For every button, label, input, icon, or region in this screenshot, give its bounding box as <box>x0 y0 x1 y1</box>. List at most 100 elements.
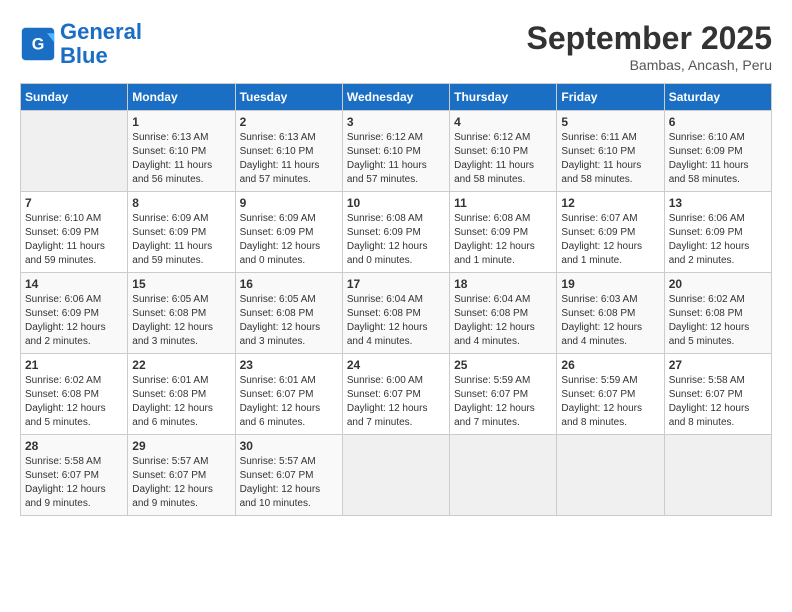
day-number: 13 <box>669 196 767 210</box>
month-title: September 2025 <box>527 20 772 57</box>
column-header-monday: Monday <box>128 84 235 111</box>
calendar-cell: 2Sunrise: 6:13 AMSunset: 6:10 PMDaylight… <box>235 111 342 192</box>
calendar-cell: 13 Sunrise: 6:06 AMSunset: 6:09 PMDayligh… <box>664 192 771 273</box>
day-number: 12 <box>561 196 659 210</box>
logo-line1: General <box>60 19 142 44</box>
calendar-cell: 28Sunrise: 5:58 AMSunset: 6:07 PMDayligh… <box>21 435 128 516</box>
day-info: Sunrise: 6:06 AMSunset: 6:09 PMDaylight:… <box>669 212 767 268</box>
day-info: Sunrise: 6:06 AMSunset: 6:09 PMDaylight:… <box>25 293 123 349</box>
calendar-cell: 10 Sunrise: 6:08 AMSunset: 6:09 PMDayligh… <box>342 192 449 273</box>
calendar-header-row: SundayMondayTuesdayWednesdayThursdayFrid… <box>21 84 772 111</box>
title-block: September 2025 Bambas, Ancash, Peru <box>527 20 772 73</box>
day-info: Sunrise: 6:00 AMSunset: 6:07 PMDaylight:… <box>347 374 445 430</box>
calendar-table: SundayMondayTuesdayWednesdayThursdayFrid… <box>20 83 772 516</box>
calendar-cell: 25Sunrise: 5:59 AMSunset: 6:07 PMDayligh… <box>450 354 557 435</box>
day-number: 14 <box>25 277 123 291</box>
day-number: 30 <box>240 439 338 453</box>
day-info: Sunrise: 6:08 AMSunset: 6:09 PMDaylight:… <box>347 212 445 268</box>
day-number: 8 <box>132 196 230 210</box>
day-number: 29 <box>132 439 230 453</box>
calendar-cell: 14 Sunrise: 6:06 AMSunset: 6:09 PMDayligh… <box>21 273 128 354</box>
calendar-cell <box>557 435 664 516</box>
day-info: Sunrise: 6:01 AMSunset: 6:08 PMDaylight:… <box>132 374 230 430</box>
logo-text: General Blue <box>60 20 142 68</box>
calendar-cell: 22 Sunrise: 6:01 AMSunset: 6:08 PMDayligh… <box>128 354 235 435</box>
day-number: 19 <box>561 277 659 291</box>
calendar-cell: 24 Sunrise: 6:00 AMSunset: 6:07 PMDayligh… <box>342 354 449 435</box>
day-info: Sunrise: 6:09 AMSunset: 6:09 PMDaylight:… <box>240 212 338 268</box>
day-info: Sunrise: 6:12 AMSunset: 6:10 PMDaylight:… <box>454 131 552 187</box>
day-number: 5 <box>561 115 659 129</box>
day-info: Sunrise: 6:12 AMSunset: 6:10 PMDaylight:… <box>347 131 445 187</box>
calendar-cell: 7 Sunrise: 6:10 AMSunset: 6:09 PMDaylight… <box>21 192 128 273</box>
logo-icon: G <box>20 26 56 62</box>
day-info: Sunrise: 6:05 AMSunset: 6:08 PMDaylight:… <box>132 293 230 349</box>
day-info: Sunrise: 6:08 AMSunset: 6:09 PMDaylight:… <box>454 212 552 268</box>
logo-line2: Blue <box>60 43 108 68</box>
day-info: Sunrise: 6:13 AMSunset: 6:10 PMDaylight:… <box>132 131 230 187</box>
day-info: Sunrise: 5:58 AMSunset: 6:07 PMDaylight:… <box>25 455 123 511</box>
calendar-cell: 23Sunrise: 6:01 AMSunset: 6:07 PMDayligh… <box>235 354 342 435</box>
day-info: Sunrise: 5:57 AMSunset: 6:07 PMDaylight:… <box>132 455 230 511</box>
location-subtitle: Bambas, Ancash, Peru <box>527 57 772 73</box>
calendar-cell: 29 Sunrise: 5:57 AMSunset: 6:07 PMDayligh… <box>128 435 235 516</box>
calendar-week-row: 14 Sunrise: 6:06 AMSunset: 6:09 PMDayligh… <box>21 273 772 354</box>
day-number: 23 <box>240 358 338 372</box>
day-number: 1 <box>132 115 230 129</box>
calendar-cell: 6Sunrise: 6:10 AMSunset: 6:09 PMDaylight… <box>664 111 771 192</box>
column-header-tuesday: Tuesday <box>235 84 342 111</box>
day-info: Sunrise: 5:57 AMSunset: 6:07 PMDaylight:… <box>240 455 338 511</box>
day-number: 9 <box>240 196 338 210</box>
day-info: Sunrise: 6:05 AMSunset: 6:08 PMDaylight:… <box>240 293 338 349</box>
calendar-cell: 27Sunrise: 5:58 AMSunset: 6:07 PMDayligh… <box>664 354 771 435</box>
calendar-cell: 4 Sunrise: 6:12 AMSunset: 6:10 PMDaylight… <box>450 111 557 192</box>
day-info: Sunrise: 6:13 AMSunset: 6:10 PMDaylight:… <box>240 131 338 187</box>
day-number: 18 <box>454 277 552 291</box>
calendar-cell: 20 Sunrise: 6:02 AMSunset: 6:08 PMDayligh… <box>664 273 771 354</box>
calendar-cell <box>21 111 128 192</box>
column-header-sunday: Sunday <box>21 84 128 111</box>
calendar-cell: 3 Sunrise: 6:12 AMSunset: 6:10 PMDaylight… <box>342 111 449 192</box>
day-info: Sunrise: 6:02 AMSunset: 6:08 PMDaylight:… <box>25 374 123 430</box>
day-info: Sunrise: 6:02 AMSunset: 6:08 PMDaylight:… <box>669 293 767 349</box>
day-number: 27 <box>669 358 767 372</box>
svg-text:G: G <box>32 36 45 54</box>
day-number: 10 <box>347 196 445 210</box>
day-number: 11 <box>454 196 552 210</box>
day-info: Sunrise: 6:09 AMSunset: 6:09 PMDaylight:… <box>132 212 230 268</box>
calendar-cell: 1 Sunrise: 6:13 AMSunset: 6:10 PMDaylight… <box>128 111 235 192</box>
calendar-cell: 8 Sunrise: 6:09 AMSunset: 6:09 PMDaylight… <box>128 192 235 273</box>
day-number: 17 <box>347 277 445 291</box>
day-info: Sunrise: 6:03 AMSunset: 6:08 PMDaylight:… <box>561 293 659 349</box>
day-number: 24 <box>347 358 445 372</box>
calendar-cell: 16 Sunrise: 6:05 AMSunset: 6:08 PMDayligh… <box>235 273 342 354</box>
calendar-body: 1 Sunrise: 6:13 AMSunset: 6:10 PMDaylight… <box>21 111 772 516</box>
day-number: 4 <box>454 115 552 129</box>
calendar-cell: 21Sunrise: 6:02 AMSunset: 6:08 PMDayligh… <box>21 354 128 435</box>
day-number: 22 <box>132 358 230 372</box>
calendar-cell: 9 Sunrise: 6:09 AMSunset: 6:09 PMDaylight… <box>235 192 342 273</box>
day-number: 20 <box>669 277 767 291</box>
day-info: Sunrise: 6:11 AMSunset: 6:10 PMDaylight:… <box>561 131 659 187</box>
calendar-cell: 15 Sunrise: 6:05 AMSunset: 6:08 PMDayligh… <box>128 273 235 354</box>
day-info: Sunrise: 6:07 AMSunset: 6:09 PMDaylight:… <box>561 212 659 268</box>
calendar-cell: 17Sunrise: 6:04 AMSunset: 6:08 PMDayligh… <box>342 273 449 354</box>
calendar-cell: 5 Sunrise: 6:11 AMSunset: 6:10 PMDaylight… <box>557 111 664 192</box>
column-header-thursday: Thursday <box>450 84 557 111</box>
calendar-cell: 11 Sunrise: 6:08 AMSunset: 6:09 PMDayligh… <box>450 192 557 273</box>
calendar-cell: 12 Sunrise: 6:07 AMSunset: 6:09 PMDayligh… <box>557 192 664 273</box>
logo: G General Blue <box>20 20 142 68</box>
day-number: 3 <box>347 115 445 129</box>
day-number: 25 <box>454 358 552 372</box>
calendar-week-row: 7 Sunrise: 6:10 AMSunset: 6:09 PMDaylight… <box>21 192 772 273</box>
day-number: 16 <box>240 277 338 291</box>
day-number: 7 <box>25 196 123 210</box>
day-number: 26 <box>561 358 659 372</box>
calendar-cell: 30 Sunrise: 5:57 AMSunset: 6:07 PMDayligh… <box>235 435 342 516</box>
day-number: 6 <box>669 115 767 129</box>
calendar-week-row: 1 Sunrise: 6:13 AMSunset: 6:10 PMDaylight… <box>21 111 772 192</box>
calendar-cell: 18 Sunrise: 6:04 AMSunset: 6:08 PMDayligh… <box>450 273 557 354</box>
day-info: Sunrise: 6:10 AMSunset: 6:09 PMDaylight:… <box>25 212 123 268</box>
day-info: Sunrise: 6:04 AMSunset: 6:08 PMDaylight:… <box>454 293 552 349</box>
day-number: 15 <box>132 277 230 291</box>
